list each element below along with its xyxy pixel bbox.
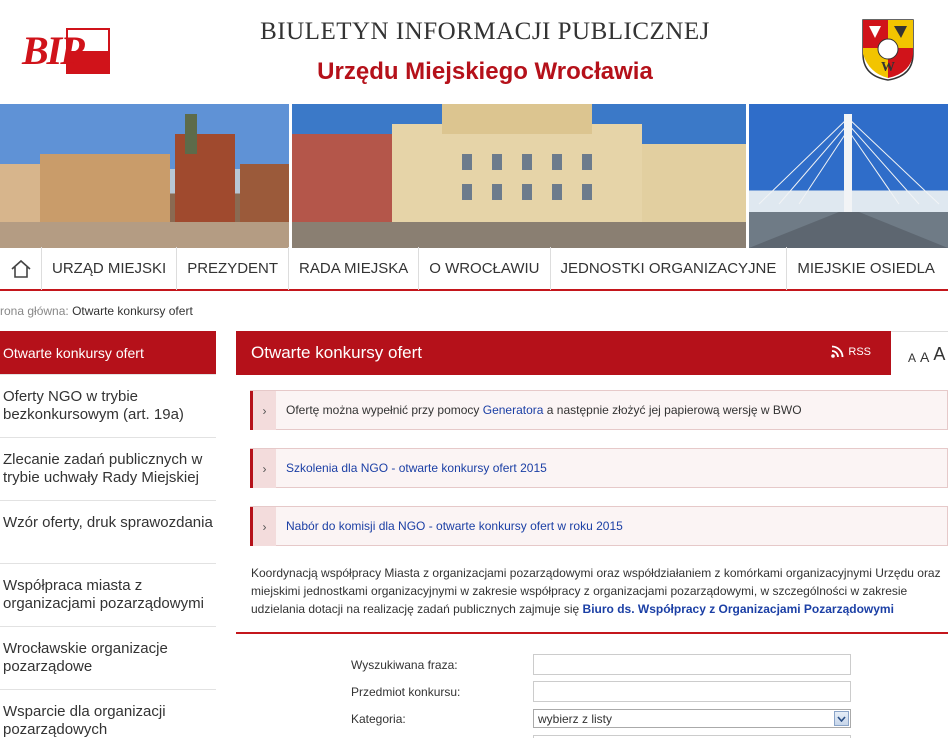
page-title: Otwarte konkursy ofert [251, 343, 423, 362]
coat-of-arms-icon: W [862, 19, 914, 81]
chevron-right-icon: › [250, 507, 276, 546]
banner-photo-2-art [292, 104, 746, 248]
content-header: Otwarte konkursy ofert RSS [236, 331, 891, 375]
nav-item-urzad-miejski[interactable]: URZĄD MIEJSKI [42, 247, 178, 290]
breadcrumb-home-link[interactable]: rona główna: [0, 304, 69, 318]
nav-item-prezydent[interactable]: PREZYDENT [177, 247, 290, 290]
category-selected-value: wybierz z listy [538, 712, 613, 726]
chevron-right-icon: › [250, 391, 276, 430]
rss-icon [831, 345, 844, 358]
home-icon [10, 259, 31, 278]
notice-generator-after: a następnie złożyć jej papierową wersję … [543, 403, 802, 417]
banner-photo-bridge [749, 104, 948, 248]
font-size-large[interactable]: A [933, 344, 945, 365]
bip-logo-text: BIP [22, 28, 85, 73]
banner-photo-university [292, 104, 746, 248]
chevron-right-icon: › [250, 449, 276, 488]
sidebar-item-wsparcie[interactable]: Wsparcie dla organizacji pozarządowych [0, 690, 216, 738]
sidebar-item-zlecanie-zadan[interactable]: Zlecanie zadań publicznych w trybie uchw… [0, 438, 216, 501]
biuro-link[interactable]: Biuro ds. Współpracy z Organizacjami Poz… [583, 602, 894, 616]
main-content: Otwarte konkursy ofert RSS [236, 331, 948, 375]
phrase-input[interactable] [533, 654, 851, 675]
sidebar: Otwarte konkursy ofert Oferty NGO w tryb… [0, 331, 216, 738]
notice-generator-before: Ofertę można wypełnić przy pomocy [286, 403, 483, 417]
font-size-switcher: A A A [891, 331, 948, 375]
category-label: Kategoria: [351, 712, 406, 726]
page: BIP BIULETYN INFORMACJI PUBLICZNEJ Urzęd… [0, 0, 948, 738]
sidebar-item-oferty-ngo[interactable]: Oferty NGO w trybie bezkonkursowym (art.… [0, 375, 216, 438]
category-select[interactable]: wybierz z listy [533, 709, 851, 728]
header-banner [0, 104, 948, 248]
nabor-link[interactable]: Nabór do komisji dla NGO - otwarte konku… [286, 519, 623, 533]
subject-input[interactable] [533, 681, 851, 702]
notice-nabor-text[interactable]: Nabór do komisji dla NGO - otwarte konku… [286, 519, 623, 533]
notice-generator-text: Ofertę można wypełnić przy pomocy Genera… [286, 403, 802, 417]
font-size-medium[interactable]: A [920, 349, 929, 365]
rss-label: RSS [848, 345, 871, 358]
generator-link[interactable]: Generatora [483, 403, 544, 417]
sidebar-item-otwarte-konkursy[interactable]: Otwarte konkursy ofert [0, 331, 216, 375]
nav-item-miejskie-osiedla[interactable]: MIEJSKIE OSIEDLA [787, 247, 945, 290]
home-button[interactable] [0, 247, 42, 290]
nav-item-o-wroclawiu[interactable]: O WROCŁAWIU [419, 247, 551, 290]
notice-szkolenia-text[interactable]: Szkolenia dla NGO - otwarte konkursy ofe… [286, 461, 547, 475]
bip-logo[interactable]: BIP [22, 26, 110, 76]
subject-label: Przedmiot konkursu: [351, 685, 461, 699]
notice-generator[interactable]: › Ofertę można wypełnić przy pomocy Gene… [250, 390, 948, 430]
site-subtitle: Urzędu Miejskiego Wrocławia [317, 58, 653, 85]
phrase-label: Wyszukiwana fraza: [351, 658, 458, 672]
szkolenia-link[interactable]: Szkolenia dla NGO - otwarte konkursy ofe… [286, 461, 547, 475]
sidebar-item-wzor-oferty[interactable]: Wzór oferty, druk sprawozdania [0, 501, 216, 564]
nav-item-jednostki[interactable]: JEDNOSTKI ORGANIZACYJNE [551, 247, 788, 290]
notice-nabor[interactable]: › Nabór do komisji dla NGO - otwarte kon… [250, 506, 948, 546]
nav-item-rada-miejska[interactable]: RADA MIEJSKA [289, 247, 420, 290]
breadcrumb: rona główna: Otwarte konkursy ofert [0, 304, 193, 318]
rss-link[interactable]: RSS [831, 345, 871, 358]
font-size-small[interactable]: A [908, 351, 916, 365]
site-title: BIULETYN INFORMACJI PUBLICZNEJ [260, 18, 710, 45]
chevron-down-icon[interactable] [834, 711, 849, 726]
svg-text:W: W [881, 60, 895, 75]
site-header: BIP BIULETYN INFORMACJI PUBLICZNEJ Urzęd… [0, 0, 948, 104]
sidebar-item-wspolpraca[interactable]: Współpraca miasta z organizacjami pozarz… [0, 564, 216, 627]
breadcrumb-current: Otwarte konkursy ofert [72, 304, 193, 318]
notice-szkolenia[interactable]: › Szkolenia dla NGO - otwarte konkursy o… [250, 448, 948, 488]
coordination-paragraph: Koordynacją współpracy Miasta z organiza… [251, 564, 948, 618]
banner-photo-1-art [0, 114, 289, 248]
sidebar-item-wroclawskie-org[interactable]: Wrocławskie organizacje pozarządowe [0, 627, 216, 690]
banner-photo-market-square [0, 104, 289, 248]
banner-photo-3-art [749, 114, 948, 248]
section-divider [236, 632, 948, 634]
main-nav: URZĄD MIEJSKI PREZYDENT RADA MIEJSKA O W… [0, 247, 948, 291]
